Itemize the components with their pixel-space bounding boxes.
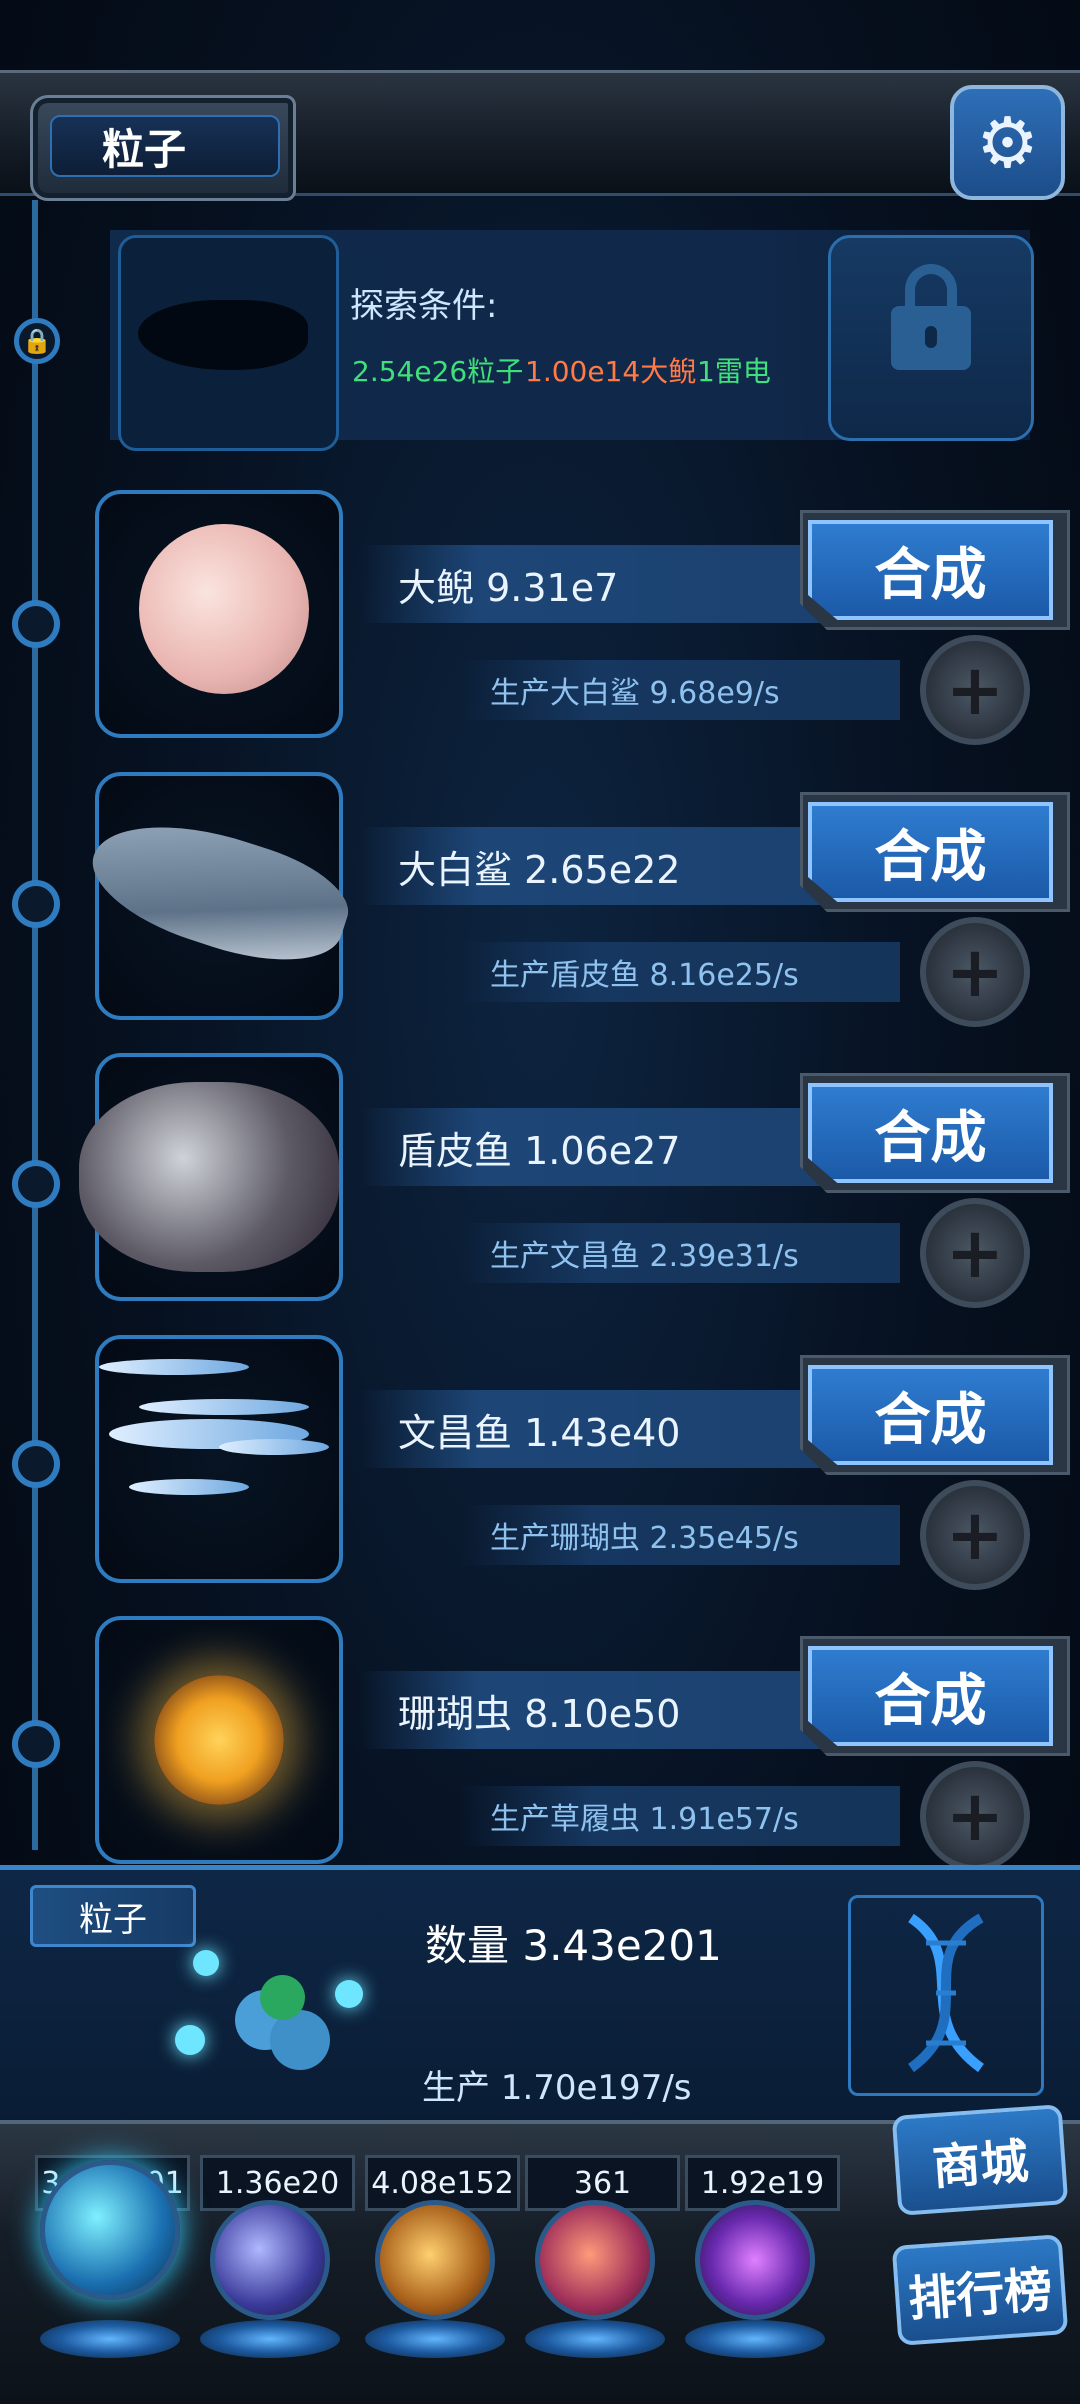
lightning-orb-button[interactable] (210, 2200, 330, 2320)
unlock-button[interactable] (828, 235, 1034, 441)
shop-button[interactable]: 商城 (891, 2104, 1069, 2216)
condition-salamander: 1.00e14大鲵 (525, 355, 697, 388)
pedestal (365, 2320, 505, 2358)
creature-card (95, 1616, 343, 1864)
shark-image (78, 798, 360, 984)
pedestal (685, 2320, 825, 2358)
page-title: 粒子 (50, 115, 280, 177)
creature-production-rate: 生产大白鲨 9.68e9/s (460, 660, 900, 720)
axolotl-image (139, 524, 309, 694)
explore-condition-label: 探索条件: (350, 286, 498, 326)
progress-rail (32, 200, 38, 1850)
pedestal (40, 2320, 180, 2358)
condition-particle: 2.54e26粒子 (352, 355, 524, 388)
rail-node (12, 1160, 60, 1208)
merge-button[interactable]: 合成 (808, 1646, 1053, 1746)
placoderm-image (79, 1082, 339, 1272)
particle-molecule-icon (175, 1950, 365, 2080)
rail-node (12, 1720, 60, 1768)
condition-thunder: 1雷电 (697, 355, 771, 388)
particle-orb-button[interactable] (40, 2160, 180, 2300)
resource-tab: 粒子 (30, 1885, 196, 1947)
lancelet-fish (219, 1439, 329, 1455)
merge-button[interactable]: 合成 (808, 520, 1053, 620)
plus-icon: + (945, 1775, 1005, 1857)
rail-lock-icon: 🔒 (14, 318, 60, 364)
pedestal (200, 2320, 340, 2358)
lancelet-fish (99, 1359, 249, 1375)
lancelet-fish (129, 1479, 249, 1495)
plus-icon: + (945, 1494, 1005, 1576)
particle-quantity: 数量 3.43e201 (425, 1921, 722, 1970)
brain-orb-button[interactable] (535, 2200, 655, 2320)
plus-icon: + (945, 1212, 1005, 1294)
plus-icon: + (945, 649, 1005, 731)
rail-node (12, 880, 60, 928)
creature-card (78, 772, 360, 1020)
pedestal (525, 2320, 665, 2358)
creature-production-rate: 生产文昌鱼 2.39e31/s (460, 1223, 900, 1283)
add-button[interactable]: + (920, 1761, 1030, 1871)
creature-production-rate: 生产珊瑚虫 2.35e45/s (460, 1505, 900, 1565)
nebula-orb-button[interactable] (375, 2200, 495, 2320)
creature-production-rate: 生产草履虫 1.91e57/s (460, 1786, 900, 1846)
leaderboard-button[interactable]: 排行榜 (891, 2234, 1069, 2346)
creature-card (79, 1053, 343, 1301)
particle-production: 生产 1.70e197/s (422, 2068, 692, 2108)
merge-button[interactable]: 合成 (808, 1365, 1053, 1465)
lock-icon (891, 264, 971, 370)
vortex-orb-button[interactable] (695, 2200, 815, 2320)
settings-button[interactable]: ⚙ (950, 85, 1065, 200)
add-button[interactable]: + (920, 1198, 1030, 1308)
add-button[interactable]: + (920, 917, 1030, 1027)
add-button[interactable]: + (920, 635, 1030, 745)
creature-card (95, 1335, 343, 1583)
creature-card (95, 490, 343, 738)
add-button[interactable]: + (920, 1480, 1030, 1590)
plus-icon: + (945, 931, 1005, 1013)
dna-icon (848, 1895, 1044, 2096)
rail-node (12, 1440, 60, 1488)
lancelet-fish (139, 1399, 309, 1415)
merge-button[interactable]: 合成 (808, 1083, 1053, 1183)
merge-button[interactable]: 合成 (808, 802, 1053, 902)
coral-polyp-image (154, 1675, 284, 1805)
creature-production-rate: 生产盾皮鱼 8.16e25/s (460, 942, 900, 1002)
gear-icon: ⚙ (976, 101, 1039, 184)
rail-node (12, 600, 60, 648)
